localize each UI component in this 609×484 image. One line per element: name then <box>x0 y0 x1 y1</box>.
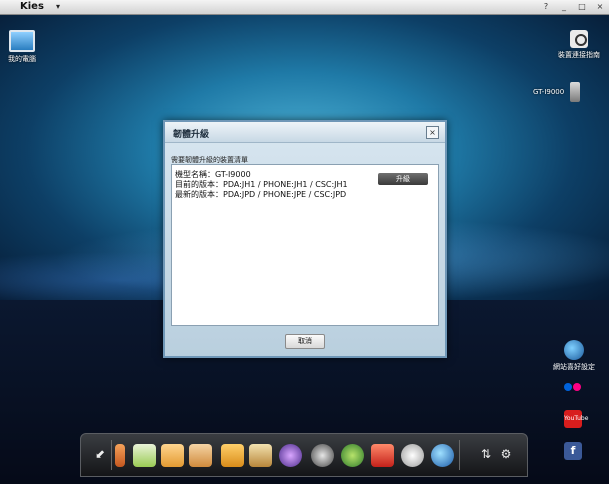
youtube-item[interactable]: YouTube <box>564 410 588 428</box>
device-item[interactable]: GT-I9000 <box>533 82 581 102</box>
latest-version-row: 最新的版本：PDA:JPD / PHONE:JPE / CSC:JPD <box>175 190 347 199</box>
device-label: GT-I9000 <box>533 88 565 96</box>
web-settings-item[interactable]: 網站喜好設定 <box>553 340 595 372</box>
upgrade-button[interactable]: 升級 <box>378 173 428 185</box>
globe-icon <box>564 340 584 360</box>
help-icon[interactable]: ? <box>541 2 551 11</box>
calendar-icon[interactable] <box>133 444 156 467</box>
search-guide-icon <box>570 30 588 48</box>
desktop-icon-label: 裝置連接指南 <box>558 51 600 59</box>
memo-icon[interactable] <box>189 444 212 467</box>
chevron-down-icon[interactable]: ▾ <box>56 2 60 11</box>
minimize-icon[interactable]: _ <box>559 2 569 11</box>
web-settings-label: 網站喜好設定 <box>553 363 595 371</box>
store-icon[interactable] <box>371 444 394 467</box>
collapse-dock-icon[interactable]: ⬋ <box>93 446 107 462</box>
desktop-icon-label: 我的電腦 <box>8 55 36 63</box>
computer-icon <box>9 30 35 52</box>
video-icon[interactable] <box>311 444 334 467</box>
photo-icon[interactable] <box>221 444 244 467</box>
youtube-icon: YouTube <box>564 410 588 428</box>
desktop-icon-connection-guide[interactable]: 裝置連接指南 <box>558 30 600 60</box>
dialog-title: 韌體升級 <box>173 130 210 140</box>
app-title: Kies <box>20 1 44 12</box>
flickr-icon <box>562 380 584 394</box>
maximize-icon[interactable]: □ <box>577 2 587 11</box>
dock-separator <box>111 440 112 470</box>
gear-icon[interactable]: ⚙ <box>499 446 513 462</box>
close-icon[interactable]: × <box>595 2 605 11</box>
globe-icon[interactable] <box>431 444 454 467</box>
window-controls: ? _ □ × <box>541 2 605 11</box>
close-icon[interactable]: × <box>426 126 439 139</box>
facebook-item[interactable]: f <box>564 442 582 460</box>
message-icon[interactable] <box>161 444 184 467</box>
sync-icon[interactable]: ⇅ <box>479 446 493 462</box>
cancel-button[interactable]: 取消 <box>285 334 325 349</box>
podcast-icon[interactable] <box>341 444 364 467</box>
facebook-icon: f <box>564 442 582 460</box>
desktop-icon-my-computer[interactable]: 我的電腦 <box>8 30 36 64</box>
firmware-upgrade-dialog: 韌體升級 × 需要韌體升級的裝置清單 機型名稱：GT-I9000 目前的版本：P… <box>163 120 447 358</box>
photo-edit-icon[interactable] <box>249 444 272 467</box>
bottom-dock: ⬋ ⇅ ⚙ <box>80 433 528 477</box>
disc-icon[interactable] <box>401 444 424 467</box>
app-titlebar: Kies ▾ ? _ □ × <box>0 0 609 15</box>
flickr-item[interactable] <box>562 380 584 394</box>
device-list-panel: 機型名稱：GT-I9000 目前的版本：PDA:JH1 / PHONE:JH1 … <box>171 164 439 326</box>
contacts-icon[interactable] <box>115 444 125 467</box>
dock-separator <box>459 440 460 470</box>
music-icon[interactable] <box>279 444 302 467</box>
dialog-header: 韌體升級 × <box>165 122 445 143</box>
phone-icon <box>570 82 581 102</box>
